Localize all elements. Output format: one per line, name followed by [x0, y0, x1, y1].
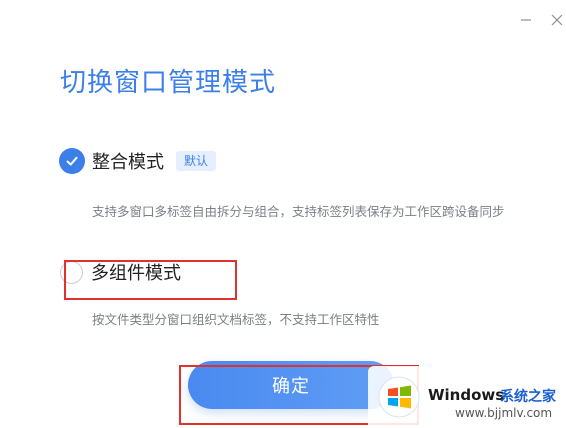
- windows-logo-icon: [378, 376, 420, 418]
- watermark-site-name: 系统之家: [500, 389, 556, 405]
- annotation-highlight-box: [64, 260, 237, 300]
- watermark-brand: Windows: [428, 386, 505, 404]
- option-description: 支持多窗口多标签自由拆分与组合，支持标签列表保存为工作区跨设备同步: [92, 204, 505, 219]
- close-icon: [551, 14, 563, 26]
- default-badge: 默认: [176, 151, 217, 171]
- close-button[interactable]: [545, 8, 566, 32]
- minimize-button[interactable]: [514, 8, 538, 32]
- watermark: Windows 系统之家 www.bjjmlv.com: [368, 366, 566, 428]
- option-integrated-mode[interactable]: 整合模式 默认: [60, 148, 217, 174]
- option-description: 按文件类型分窗口组织文档标签，不支持工作区特性: [92, 312, 380, 327]
- radio-checked-icon[interactable]: [60, 149, 84, 173]
- dialog-title: 切换窗口管理模式: [60, 68, 277, 98]
- minimize-icon: [521, 19, 531, 21]
- window-mode-dialog: 切换窗口管理模式 整合模式 默认 支持多窗口多标签自由拆分与组合，支持标签列表保…: [0, 0, 566, 428]
- checkmark-icon: [66, 156, 78, 166]
- option-label: 整合模式: [92, 152, 164, 173]
- watermark-url: www.bjjmlv.com: [455, 406, 553, 420]
